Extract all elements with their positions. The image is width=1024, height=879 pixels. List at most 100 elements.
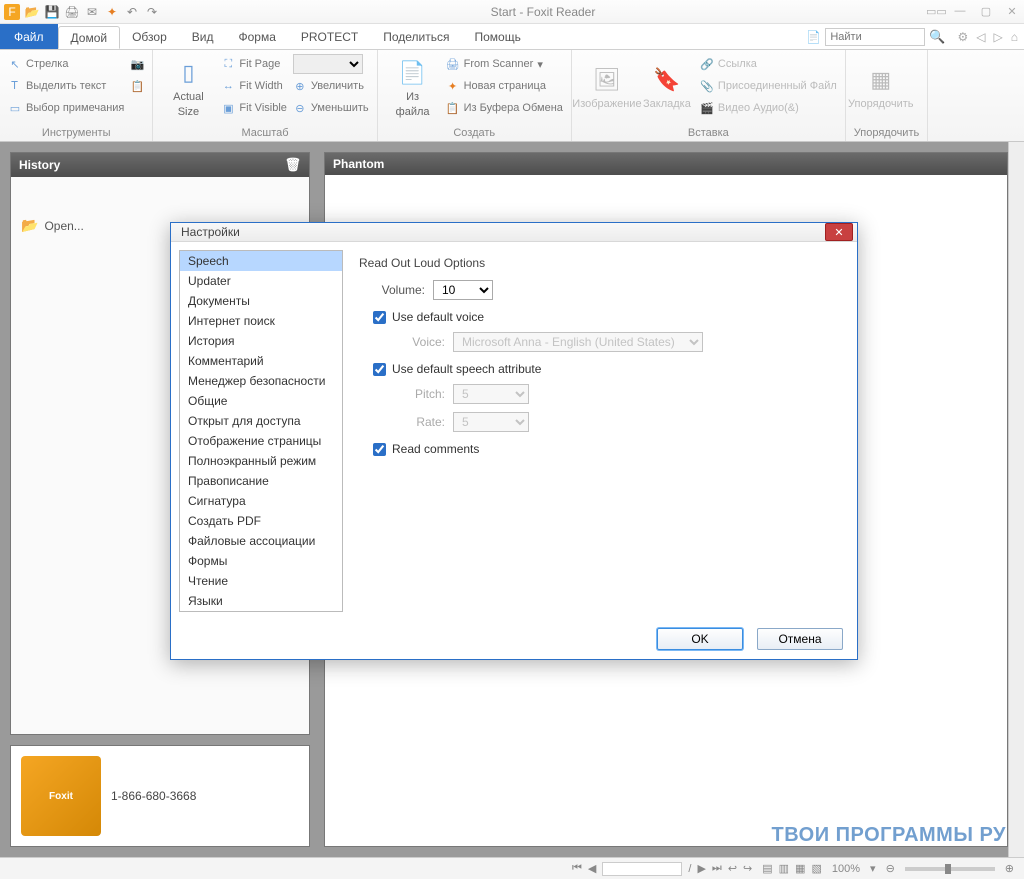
tab-review[interactable]: Обзор — [120, 24, 180, 49]
file-menu[interactable]: Файл — [0, 24, 58, 49]
category-item[interactable]: Updater — [180, 271, 342, 291]
nav-fwd-icon[interactable]: ↪ — [743, 862, 752, 875]
zoom-in-button[interactable]: ⊕Увеличить — [293, 76, 369, 96]
open-icon[interactable]: 📂 — [24, 4, 40, 20]
category-item[interactable]: Сигнатура — [180, 491, 342, 511]
default-voice-checkbox[interactable] — [373, 311, 386, 324]
from-clipboard-button[interactable]: 📋Из Буфера Обмена — [446, 98, 563, 118]
next-page-icon[interactable]: ▶ — [697, 862, 705, 875]
redo-icon[interactable]: ↷ — [144, 4, 160, 20]
tab-form[interactable]: Форма — [226, 24, 288, 49]
undo-icon[interactable]: ↶ — [124, 4, 140, 20]
page-number-input[interactable] — [602, 862, 682, 876]
category-item[interactable]: Чтение — [180, 571, 342, 591]
tab-help[interactable]: Помощь — [462, 24, 533, 49]
insert-link-button[interactable]: 🔗Ссылка — [700, 54, 837, 74]
dialog-content: Read Out Loud Options Volume: 10 Use def… — [343, 250, 849, 612]
category-item[interactable]: Создать PDF — [180, 511, 342, 531]
zoom-menu-icon[interactable]: ▾ — [870, 862, 876, 875]
nav-back-icon[interactable]: ◁ — [976, 30, 985, 44]
category-item[interactable]: История — [180, 331, 342, 351]
nav-back-icon[interactable]: ↩ — [728, 862, 737, 875]
preferences-dialog: Настройки ✕ Speech Updater Документы Инт… — [170, 222, 858, 660]
tool-select-annotation[interactable]: ▭Выбор примечания — [8, 98, 124, 118]
pitch-select: 5 — [453, 384, 529, 404]
category-item[interactable]: Открыт для доступа — [180, 411, 342, 431]
save-icon[interactable]: 💾 — [44, 4, 60, 20]
ok-button[interactable]: OK — [657, 628, 743, 650]
actual-size-button[interactable]: ▯ ActualSize — [161, 54, 215, 125]
trash-icon[interactable]: 🗑 — [284, 157, 301, 173]
fit-visible-button[interactable]: ▣Fit Visible — [221, 98, 286, 118]
arrange-button[interactable]: ▦ Упорядочить — [854, 54, 908, 125]
tool-select-text[interactable]: ᎢВыделить текст — [8, 76, 124, 96]
print-icon[interactable]: 🖨 — [64, 4, 80, 20]
view-mode-icon[interactable]: ▥ — [779, 862, 789, 875]
view-mode-icon[interactable]: ▧ — [811, 862, 821, 875]
search-icon[interactable]: 🔍 — [929, 29, 945, 45]
new-icon[interactable]: ✦ — [104, 4, 120, 20]
fit-page-button[interactable]: ⛶Fit Page — [221, 54, 286, 74]
volume-select[interactable]: 10 — [433, 280, 493, 300]
category-item[interactable]: Общие — [180, 391, 342, 411]
last-page-icon[interactable]: ⏭ — [712, 862, 722, 875]
insert-video-button[interactable]: 🎬Видео Аудио(&) — [700, 98, 837, 118]
category-item[interactable]: Отображение страницы — [180, 431, 342, 451]
insert-bookmark-button[interactable]: 🔖 Закладка — [640, 54, 694, 125]
email-icon[interactable]: ✉ — [84, 4, 100, 20]
dialog-close-button[interactable]: ✕ — [825, 223, 853, 241]
titlebar: F 📂 💾 🖨 ✉ ✦ ↶ ↷ Start - Foxit Reader ▭▭ … — [0, 0, 1024, 24]
category-item[interactable]: Формы — [180, 551, 342, 571]
tab-share[interactable]: Поделиться — [371, 24, 462, 49]
insert-image-button[interactable]: 🖼 Изображение — [580, 54, 634, 125]
fit-width-button[interactable]: ↔Fit Width — [221, 76, 286, 96]
clipboard-tool[interactable]: 📋 — [130, 76, 144, 96]
category-item[interactable]: Speech — [180, 251, 342, 271]
tab-protect[interactable]: PROTECT — [289, 24, 371, 49]
cancel-button[interactable]: Отмена — [757, 628, 843, 650]
from-scanner-button[interactable]: 🖨From Scanner ▾ — [446, 54, 563, 74]
insert-attachment-button[interactable]: 📎Присоединенный Файл — [700, 76, 837, 96]
from-file-button[interactable]: 📄 Изфайла — [386, 54, 440, 125]
view-mode-icon[interactable]: ▦ — [795, 862, 805, 875]
tool-arrow[interactable]: ↖Стрелка — [8, 54, 124, 74]
home-icon[interactable]: ⌂ — [1011, 30, 1018, 44]
zoom-slider[interactable] — [905, 867, 995, 871]
category-item[interactable]: Документы — [180, 291, 342, 311]
watermark: ТВОИ ПРОГРАММЫ РУ — [772, 824, 1007, 847]
category-item[interactable]: Файловые ассоциации — [180, 531, 342, 551]
default-voice-label: Use default voice — [392, 310, 484, 324]
category-list[interactable]: Speech Updater Документы Интернет поиск … — [179, 250, 343, 612]
zoom-select[interactable] — [293, 54, 363, 74]
maximize-icon[interactable]: ▢ — [978, 5, 994, 18]
zoom-in-icon[interactable]: ⊕ — [1005, 862, 1014, 875]
search-target-icon[interactable]: 📄 — [806, 30, 821, 44]
tab-view[interactable]: Вид — [180, 24, 227, 49]
view-mode-icon[interactable]: ▤ — [762, 862, 772, 875]
default-attr-checkbox[interactable] — [373, 363, 386, 376]
zoom-out-button[interactable]: ⊖Уменьшить — [293, 98, 369, 118]
vertical-scrollbar[interactable] — [1008, 142, 1024, 857]
minimize-icon[interactable]: — — [952, 5, 968, 18]
gear-icon[interactable]: ⚙ — [958, 30, 969, 44]
category-item[interactable]: Языки — [180, 591, 342, 611]
tab-home[interactable]: Домой — [58, 26, 121, 49]
quick-access-toolbar: F 📂 💾 🖨 ✉ ✦ ↶ ↷ — [4, 4, 160, 20]
cursor-icon: ↖ — [8, 57, 22, 71]
category-item[interactable]: Комментарий — [180, 351, 342, 371]
close-icon[interactable]: ✕ — [1004, 5, 1020, 18]
prev-page-icon[interactable]: ◀ — [588, 862, 596, 875]
nav-fwd-icon[interactable]: ▷ — [994, 30, 1003, 44]
read-comments-checkbox[interactable] — [373, 443, 386, 456]
group-label: Read Out Loud Options — [359, 256, 833, 270]
category-item[interactable]: Полноэкранный режим — [180, 451, 342, 471]
snapshot-tool[interactable]: 📷 — [130, 54, 144, 74]
search-input[interactable] — [825, 28, 925, 46]
ribbon-toggle-icon[interactable]: ▭▭ — [926, 5, 942, 18]
zoom-out-icon[interactable]: ⊖ — [886, 862, 895, 875]
category-item[interactable]: Интернет поиск — [180, 311, 342, 331]
first-page-icon[interactable]: ⏮ — [572, 862, 582, 875]
category-item[interactable]: Правописание — [180, 471, 342, 491]
category-item[interactable]: Менеджер безопасности — [180, 371, 342, 391]
blank-page-button[interactable]: ✦Новая страница — [446, 76, 563, 96]
